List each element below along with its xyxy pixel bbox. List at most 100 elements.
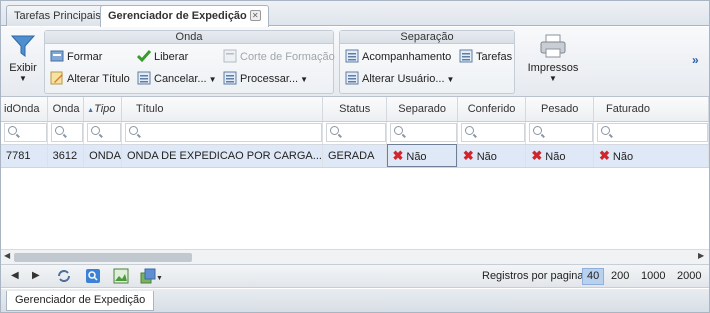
filter-input[interactable] xyxy=(4,123,47,142)
group-title: Onda xyxy=(45,31,333,44)
column-header-tipo[interactable]: ▲Tipo xyxy=(83,97,122,122)
filter-input[interactable] xyxy=(460,123,525,142)
liberar-button[interactable]: Liberar xyxy=(136,49,189,65)
filter-input[interactable] xyxy=(325,123,386,142)
impressos-label: Impressos xyxy=(527,62,579,74)
impressos-button[interactable]: Impressos ▼ xyxy=(527,33,579,83)
refresh-icon[interactable] xyxy=(56,268,72,287)
filter-cell[interactable] xyxy=(386,121,458,145)
prev-page-icon[interactable]: ◀ xyxy=(11,270,19,281)
image-export-icon[interactable] xyxy=(113,268,129,287)
acompanhamento-button[interactable]: Acompanhamento xyxy=(345,49,451,65)
filter-cell[interactable] xyxy=(1,121,48,145)
filter-cell[interactable] xyxy=(593,121,709,145)
user-list-icon xyxy=(345,71,359,85)
alterar-titulo-button[interactable]: Alterar Título xyxy=(50,71,130,87)
tab-label: Tarefas Principais xyxy=(14,10,101,22)
filter-cell[interactable] xyxy=(47,121,85,145)
ribbon-toolbar: Exibir ▼ Onda Formar Alterar Título Libe… xyxy=(1,27,709,97)
zoom-icon[interactable] xyxy=(85,268,101,287)
process-list-icon xyxy=(223,71,237,85)
page-size-1000[interactable]: 1000 xyxy=(641,270,665,282)
tracking-list-icon xyxy=(345,49,359,63)
ribbon-group-separacao: Separação Acompanhamento Alterar Usuário… xyxy=(339,30,515,94)
column-header-titulo[interactable]: Título xyxy=(121,97,323,122)
filter-input[interactable] xyxy=(597,123,708,142)
close-tab-icon[interactable]: ✕ xyxy=(249,10,261,21)
alterar-usuario-button[interactable]: Alterar Usuário... ▼ xyxy=(345,71,454,87)
cell-status[interactable]: GERADA xyxy=(322,144,388,168)
column-header-pesado[interactable]: Pesado xyxy=(525,97,594,122)
filter-input[interactable] xyxy=(390,123,457,142)
search-icon xyxy=(329,126,339,135)
cell-faturado[interactable]: ✖ Não xyxy=(593,144,709,168)
exibir-button[interactable]: Exibir ▼ xyxy=(7,33,39,83)
scrollbar-thumb[interactable] xyxy=(14,253,192,262)
x-mark-icon: ✖ xyxy=(531,147,543,163)
export-menu-icon[interactable]: ▼ xyxy=(140,268,163,287)
cell-titulo[interactable]: ONDA DE EXPEDICAO POR CARGA... xyxy=(121,144,323,168)
header-row: idOnda Onda ▲Tipo Título Status Separado… xyxy=(1,97,709,122)
cell-conferido[interactable]: ✖ Não xyxy=(457,144,527,168)
exibir-label: Exibir xyxy=(9,62,37,74)
grid-table: idOnda Onda ▲Tipo Título Status Separado… xyxy=(1,97,709,168)
cell-idonda[interactable]: 7781 xyxy=(1,144,48,168)
column-header-status[interactable]: Status xyxy=(322,97,388,122)
form-wave-icon xyxy=(50,49,64,63)
chevron-down-icon: ▼ xyxy=(156,275,163,282)
search-icon xyxy=(601,126,610,135)
column-header-idonda[interactable]: idOnda xyxy=(1,97,48,122)
cancelar-label: Cancelar... xyxy=(154,73,207,85)
alterar-usuario-label: Alterar Usuário... xyxy=(362,73,445,85)
cell-onda[interactable]: 3612 xyxy=(47,144,85,168)
cell-tipo[interactable]: ONDA xyxy=(83,144,122,168)
filter-cell[interactable] xyxy=(525,121,594,145)
search-icon xyxy=(8,126,17,135)
paging-toolbar: ◀ ▶ ▼ Registros por pagina: 40 200 1000 … xyxy=(1,264,709,288)
group-title: Separação xyxy=(340,31,514,44)
filter-input[interactable] xyxy=(529,123,593,142)
alterar-titulo-label: Alterar Título xyxy=(67,73,130,85)
chevron-down-icon: ▼ xyxy=(208,75,217,84)
tab-gerenciador-expedicao[interactable]: Gerenciador de Expedição ✕ xyxy=(100,5,269,27)
cell-separado[interactable]: ✖ Não xyxy=(386,144,458,168)
column-header-faturado[interactable]: Faturado xyxy=(593,97,709,122)
page-size-200[interactable]: 200 xyxy=(611,270,629,282)
search-icon xyxy=(464,126,474,135)
filter-input[interactable] xyxy=(50,123,83,142)
chevron-down-icon: ▼ xyxy=(446,75,455,84)
tarefas-button[interactable]: Tarefas xyxy=(459,49,512,65)
table-row[interactable]: 7781 3612 ONDA ONDA DE EXPEDICAO POR CAR… xyxy=(1,144,709,168)
filter-input[interactable] xyxy=(87,123,121,142)
next-page-icon[interactable]: ▶ xyxy=(32,270,40,281)
printer-icon xyxy=(540,34,566,58)
tab-tarefas-principais[interactable]: Tarefas Principais xyxy=(6,5,109,26)
filter-cell[interactable] xyxy=(457,121,527,145)
scroll-right-icon[interactable]: ▶ xyxy=(698,251,704,260)
filter-input[interactable] xyxy=(124,123,322,142)
page-size-40[interactable]: 40 xyxy=(582,268,605,285)
column-header-separado[interactable]: Separado xyxy=(386,97,458,122)
processar-button[interactable]: Processar... ▼ xyxy=(223,71,308,87)
cancel-list-icon xyxy=(137,71,151,85)
column-header-onda[interactable]: Onda xyxy=(47,97,85,122)
liberar-label: Liberar xyxy=(154,51,189,63)
filter-cell[interactable] xyxy=(322,121,388,145)
filter-row xyxy=(1,121,709,145)
page-size-2000[interactable]: 2000 xyxy=(677,270,701,282)
formar-button[interactable]: Formar xyxy=(50,49,102,65)
cell-pesado[interactable]: ✖ Não xyxy=(525,144,594,168)
cancelar-button[interactable]: Cancelar... ▼ xyxy=(137,71,217,87)
separado-value: Não xyxy=(406,150,427,163)
column-header-conferido[interactable]: Conferido xyxy=(457,97,527,122)
filter-cell[interactable] xyxy=(121,121,323,145)
more-options-icon[interactable]: » xyxy=(692,53,699,67)
x-mark-icon: ✖ xyxy=(462,147,474,163)
horizontal-scrollbar[interactable]: ◀ ▶ xyxy=(1,249,709,264)
chevron-down-icon: ▼ xyxy=(549,74,557,83)
scroll-left-icon[interactable]: ◀ xyxy=(4,251,10,260)
bottom-tab-gerenciador[interactable]: Gerenciador de Expedição xyxy=(6,291,155,311)
filter-cell[interactable] xyxy=(83,121,122,145)
tarefas-label: Tarefas xyxy=(476,51,513,63)
faturado-value: Não xyxy=(612,150,634,163)
